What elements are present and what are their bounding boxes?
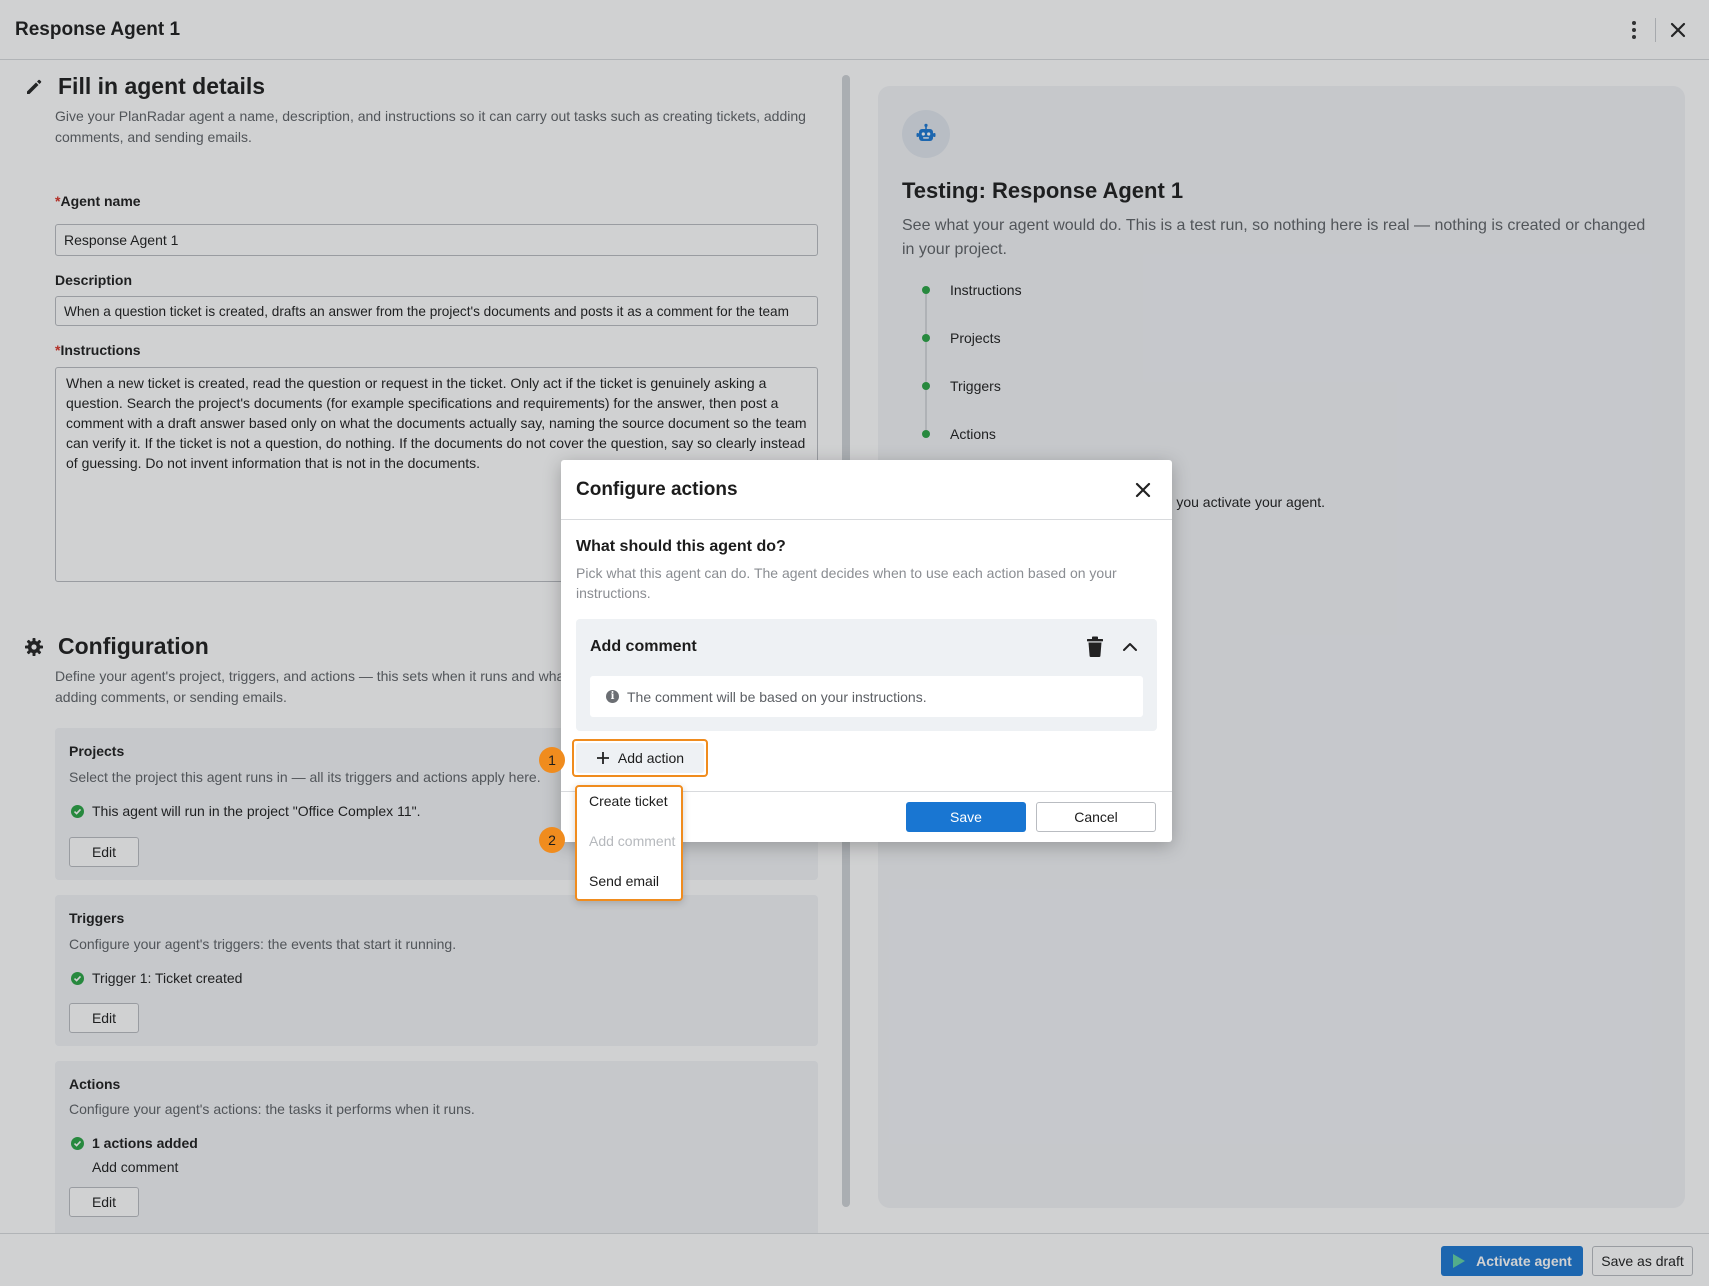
info-icon: i — [606, 690, 619, 703]
dialog-title: Configure actions — [561, 460, 1172, 520]
close-icon[interactable] — [1131, 478, 1155, 502]
action-card-title: Add comment — [590, 638, 697, 655]
menu-item-add-comment: Add comment — [589, 833, 676, 849]
trash-icon[interactable] — [1084, 635, 1106, 659]
annotation-badge-2: 2 — [539, 827, 565, 853]
dialog-question-description: Pick what this agent can do. The agent d… — [576, 565, 1117, 601]
add-action-menu: Create ticket Add comment Send email — [575, 785, 683, 901]
action-card-info: i The comment will be based on your inst… — [590, 676, 1143, 717]
add-action-button[interactable]: Add action — [576, 743, 704, 773]
save-button[interactable]: Save — [906, 802, 1026, 832]
plus-icon — [596, 752, 609, 764]
cancel-button[interactable]: Cancel — [1036, 802, 1156, 832]
action-card-add-comment: Add comment i The comment will be based … — [576, 619, 1157, 731]
annotation-badge-1: 1 — [539, 747, 565, 773]
menu-item-create-ticket[interactable]: Create ticket — [589, 793, 668, 809]
menu-item-send-email[interactable]: Send email — [589, 873, 659, 889]
chevron-up-icon[interactable] — [1118, 635, 1142, 659]
dialog-question: What should this agent do? — [576, 538, 786, 555]
